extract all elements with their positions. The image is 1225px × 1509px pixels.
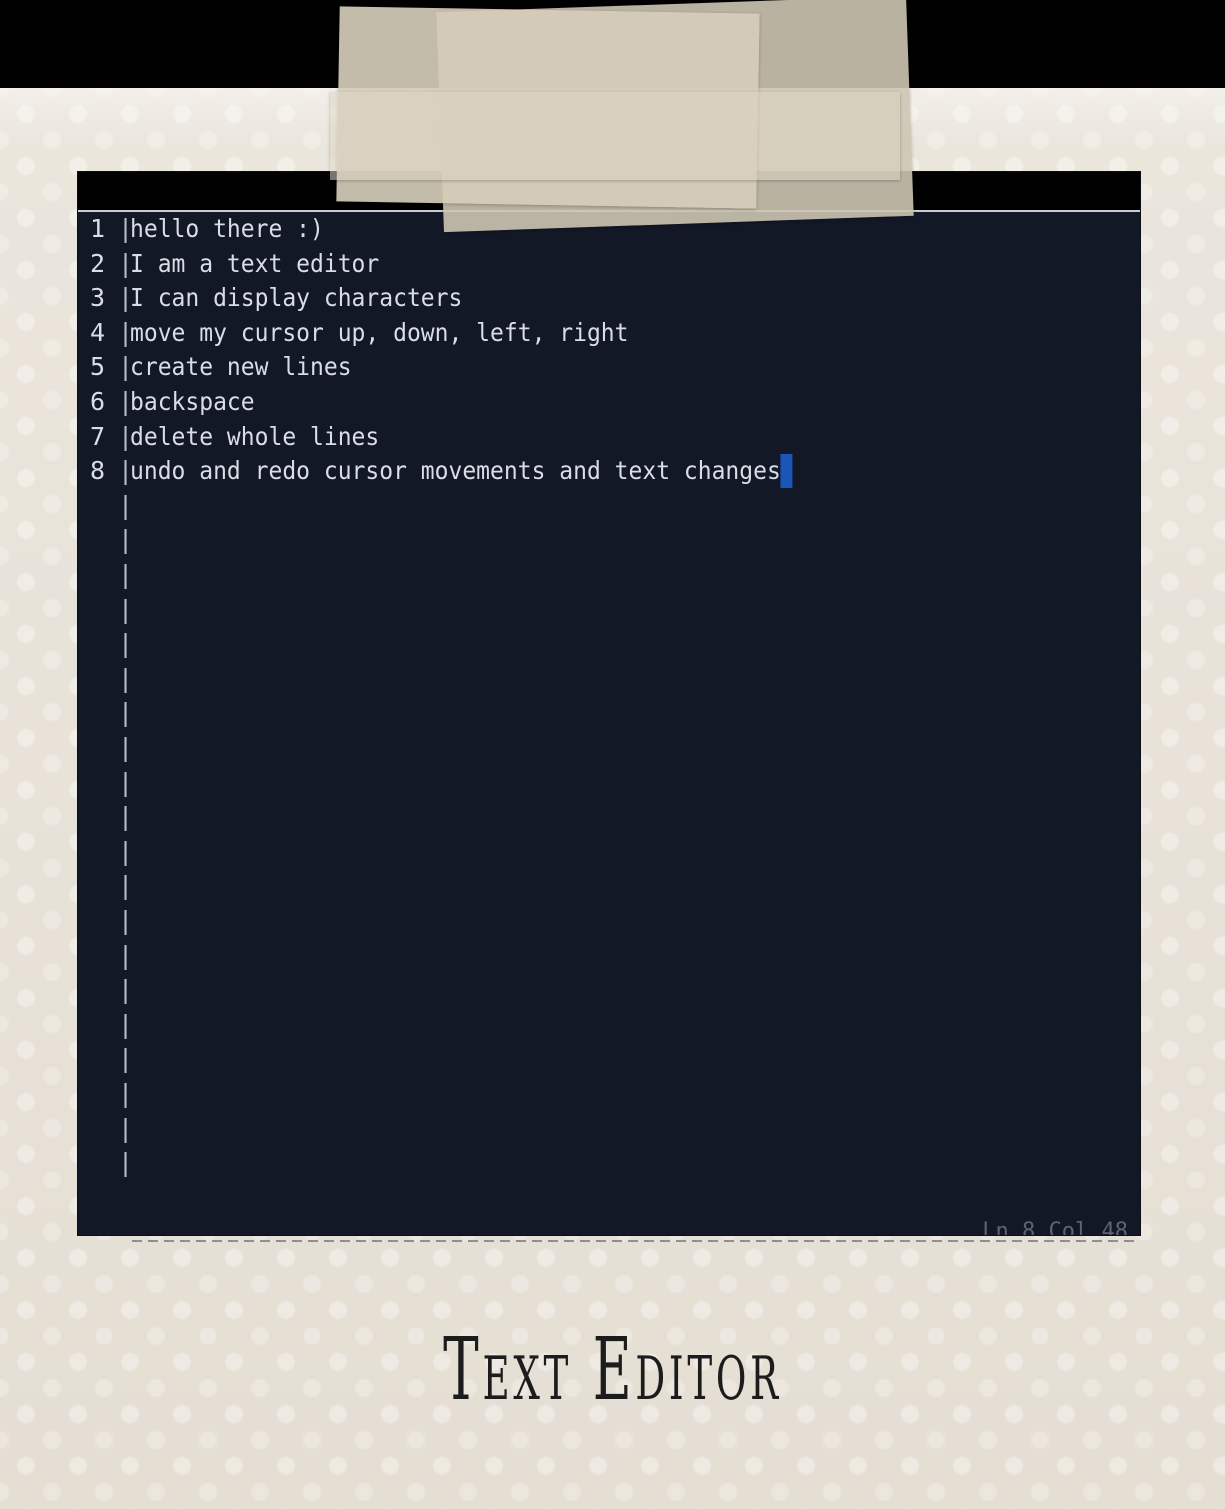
line-content: hello there :) xyxy=(130,214,324,243)
line-content: move my cursor up, down, left, right xyxy=(130,317,629,347)
editor-screenshot: 1 | hello there :) 2 | I am a text editor 3 | I … xyxy=(78,172,1140,1242)
gutter-separator: | xyxy=(118,629,134,659)
gutter-separator: | xyxy=(118,906,134,935)
gutter-separator: | xyxy=(118,802,134,832)
text-cursor xyxy=(780,454,793,489)
gutter-separator: | xyxy=(118,1009,134,1039)
editor-text-area[interactable]: 1 | hello there :) 2 | I am a text editor 3 | I … xyxy=(78,212,1140,1242)
cursor-position-status: Ln 8 Col 48 xyxy=(982,1219,1128,1235)
line-number: 7 xyxy=(90,421,106,451)
gutter-separator: | xyxy=(118,975,134,1005)
line-number: 8 xyxy=(90,456,106,486)
line-number: 6 xyxy=(90,387,106,416)
line-text: move my cursor up, down, left, right xyxy=(130,316,629,351)
line-text: backspace xyxy=(130,385,255,420)
gutter-separator: | xyxy=(118,594,134,624)
masking-tape-overlap xyxy=(330,92,900,180)
line-content: undo and redo cursor movements and text … xyxy=(130,456,781,486)
line-number: 2 xyxy=(90,248,106,278)
gutter-separator: | xyxy=(118,1113,134,1143)
line-number: 1 xyxy=(90,214,106,243)
line-content: I am a text editor xyxy=(130,248,380,278)
gutter-separator: | xyxy=(118,940,134,970)
line-number: 5 xyxy=(90,352,106,382)
gutter-separator: | xyxy=(118,525,134,555)
gutter-separator: | xyxy=(118,1079,134,1108)
status-separator xyxy=(132,1240,1140,1242)
line-text: I can display characters xyxy=(130,281,462,316)
gutter-separator: | xyxy=(118,1044,134,1074)
gutter-separator: | xyxy=(118,490,134,520)
line-text: hello there :) xyxy=(130,212,324,247)
line-number: 4 xyxy=(90,317,106,347)
line-text: undo and redo cursor movements and text … xyxy=(130,454,793,489)
gutter-separator: | xyxy=(118,733,134,762)
gutter-separator: | xyxy=(118,767,134,797)
line-number: 3 xyxy=(90,283,106,313)
gutter-separator: | xyxy=(118,560,134,589)
line-content: I can display characters xyxy=(130,283,463,313)
photo-caption: Text Editor xyxy=(443,1320,782,1420)
gutter-separator: | xyxy=(118,836,134,866)
line-content: backspace xyxy=(130,387,255,416)
gutter-separator: | xyxy=(118,871,134,901)
line-content: create new lines xyxy=(130,352,352,382)
line-text: create new lines xyxy=(130,350,352,385)
line-text: I am a text editor xyxy=(130,247,379,282)
line-text: delete whole lines xyxy=(130,420,379,455)
gutter-separator: | xyxy=(118,663,134,693)
gutter-separator: | xyxy=(118,1148,134,1178)
gutter-separator: | xyxy=(118,698,134,728)
line-content: delete whole lines xyxy=(130,421,380,451)
